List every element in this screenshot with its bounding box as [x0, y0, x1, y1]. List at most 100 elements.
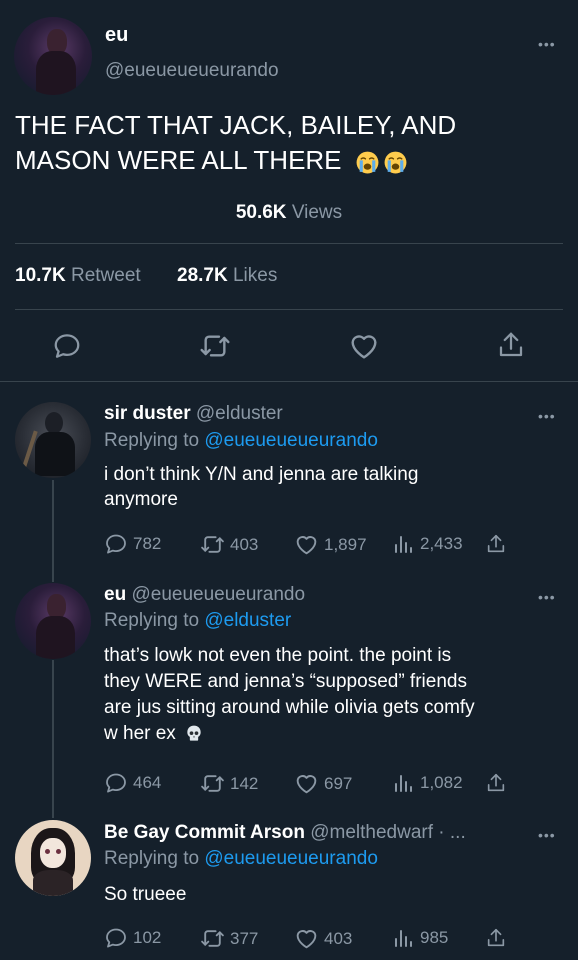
retweet-icon[interactable]: [199, 330, 231, 362]
views-stat[interactable]: 50.6K Views: [0, 202, 578, 224]
avatar-figure-eye: [56, 849, 61, 854]
reply-header: Be Gay Commit Arson @melthedwarf · ...: [104, 822, 466, 844]
views-count: 985: [420, 928, 449, 947]
reply-text: i don’t think Y/N and jenna are talking …: [104, 462, 418, 512]
retweet-action[interactable]: 377: [200, 926, 258, 951]
reply-count: 464: [133, 773, 162, 792]
views-bar-chart-icon: [391, 926, 415, 950]
avatar-figure-body: [33, 870, 73, 896]
like-action[interactable]: 1,897: [294, 532, 367, 557]
retweet-count: 377: [230, 928, 259, 948]
avatar-reply-1[interactable]: [15, 402, 91, 478]
replying-to-prefix: Replying to: [104, 610, 200, 631]
reply-header: eu @eueueueueurando: [104, 584, 305, 606]
avatar-figure-body: [36, 51, 76, 95]
retweets-label: Retweet: [70, 265, 141, 286]
reply-text-line: i don’t think Y/N and jenna are talking: [104, 464, 419, 485]
reply-action[interactable]: 464: [104, 771, 161, 795]
views-action[interactable]: 2,433: [391, 532, 463, 556]
more-horizontal-icon[interactable]: •••: [538, 827, 556, 843]
reply-icon[interactable]: [52, 331, 82, 361]
more-horizontal-icon[interactable]: •••: [538, 36, 556, 52]
replying-to-prefix: Replying to: [104, 848, 200, 869]
share-icon[interactable]: [485, 533, 507, 555]
reply-header: sir duster @elduster: [104, 403, 283, 425]
avatar-reply-2[interactable]: [15, 583, 91, 659]
retweet-icon: [200, 771, 225, 796]
reply-action[interactable]: 782: [104, 532, 161, 556]
retweets-count: 10.7K: [15, 265, 66, 286]
like-action[interactable]: 697: [294, 771, 352, 796]
reply-icon: [104, 926, 128, 950]
avatar-main[interactable]: [14, 17, 92, 95]
views-action[interactable]: 985: [391, 926, 448, 950]
like-count: 403: [324, 928, 353, 948]
likes-label: Likes: [232, 265, 278, 286]
retweets-stat[interactable]: 10.7K Retweet: [15, 265, 141, 287]
skull-icon: [184, 724, 204, 744]
reply-author-handle[interactable]: @elduster: [196, 403, 283, 424]
replying-to-link[interactable]: @eueueueueurando: [204, 430, 378, 451]
views-action[interactable]: 1,082: [391, 771, 463, 795]
replying-to: Replying to @elduster: [104, 610, 291, 632]
tweet-text: THE FACT THAT JACK, BAILEY, AND MASON WE…: [15, 108, 565, 178]
author-handle[interactable]: @eueueueueurando: [105, 60, 279, 82]
reply-text: So trueee: [104, 882, 186, 907]
avatar-figure-eye: [45, 849, 50, 854]
heart-icon: [294, 926, 319, 951]
retweet-icon: [200, 532, 225, 557]
more-horizontal-icon[interactable]: •••: [538, 408, 556, 424]
thread-connector: [52, 480, 54, 582]
retweet-icon: [200, 926, 225, 951]
like-action[interactable]: 403: [294, 926, 352, 951]
reply-icon: [104, 532, 128, 556]
reply-icon: [104, 771, 128, 795]
like-count: 1,897: [324, 534, 367, 554]
reply-text-line: w her ex: [104, 723, 176, 744]
divider: [15, 309, 563, 310]
views-label: Views: [291, 202, 343, 223]
replying-to-link[interactable]: @elduster: [204, 610, 291, 631]
heart-icon: [294, 771, 319, 796]
divider: [15, 243, 563, 244]
reply-author-name[interactable]: Be Gay Commit Arson: [104, 822, 305, 843]
views-bar-chart-icon: [391, 771, 415, 795]
likes-count: 28.7K: [177, 265, 228, 286]
avatar-figure-head: [45, 412, 63, 434]
retweet-action[interactable]: 403: [200, 532, 258, 557]
more-horizontal-icon[interactable]: •••: [538, 589, 556, 605]
likes-stat[interactable]: 28.7K Likes: [177, 265, 277, 287]
views-count: 50.6K: [235, 202, 287, 223]
reply-action[interactable]: 102: [104, 926, 161, 950]
reply-text-line: that’s lowk not even the point. the poin…: [104, 645, 452, 666]
loudly-crying-face-icon: [383, 150, 408, 175]
avatar-figure-face: [40, 838, 66, 868]
replying-to-link[interactable]: @eueueueueurando: [204, 848, 378, 869]
loudly-crying-face-icon: [355, 150, 380, 175]
reply-count: 782: [133, 534, 162, 553]
retweet-count: 403: [230, 534, 259, 554]
share-icon[interactable]: [485, 772, 507, 794]
reply-author-handle[interactable]: @melthedwarf · ...: [310, 822, 466, 843]
replying-to: Replying to @eueueueueurando: [104, 848, 378, 870]
reply-text-line: So trueee: [104, 884, 187, 905]
author-name[interactable]: eu: [105, 24, 128, 47]
reply-author-handle[interactable]: @eueueueueurando: [131, 584, 305, 605]
like-count: 697: [324, 773, 353, 793]
retweet-action[interactable]: 142: [200, 771, 258, 796]
avatar-reply-3[interactable]: [15, 820, 91, 896]
retweet-count: 142: [230, 773, 259, 793]
heart-icon[interactable]: [348, 330, 380, 362]
share-icon[interactable]: [485, 927, 507, 949]
share-icon[interactable]: [496, 330, 526, 360]
avatar-figure-body: [36, 616, 75, 659]
avatar-figure-body: [35, 432, 75, 476]
views-bar-chart-icon: [391, 532, 415, 556]
reply-author-name[interactable]: eu: [104, 584, 126, 605]
heart-icon: [294, 532, 319, 557]
replying-to-prefix: Replying to: [104, 430, 200, 451]
reply-author-name[interactable]: sir duster: [104, 403, 191, 424]
reply-text: that’s lowk not even the point. the poin…: [104, 643, 475, 747]
tweet-text-line2-text: MASON WERE ALL THERE: [15, 145, 342, 175]
views-count: 2,433: [420, 534, 463, 553]
